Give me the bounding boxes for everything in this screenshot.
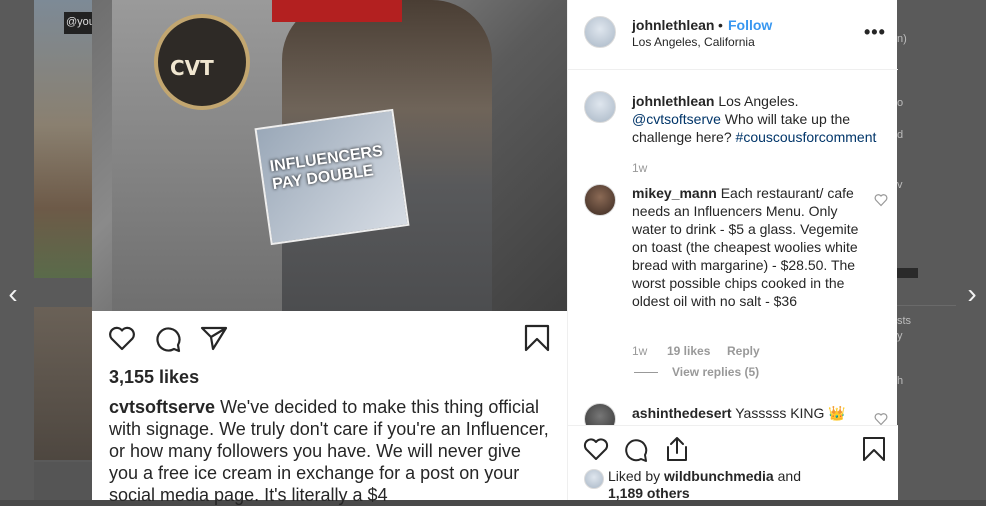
comment-username[interactable]: ashinthedesert: [632, 405, 732, 421]
background-text-fragment: sts: [897, 315, 912, 327]
liked-by-summary: Liked by wildbunchmedia and 1,189 others: [608, 468, 888, 502]
follow-button[interactable]: Follow: [728, 17, 772, 33]
post-caption: cvtsoftserve We've decided to make this …: [109, 396, 549, 506]
caption-username[interactable]: cvtsoftserve: [109, 397, 215, 417]
share-paper-plane-icon[interactable]: [200, 325, 228, 351]
like-heart-icon[interactable]: [583, 437, 609, 461]
background-thumbnail-tag: @you: [64, 12, 94, 34]
comment-hashtag[interactable]: #couscousforcomment: [736, 129, 877, 145]
comment-username[interactable]: johnlethlean: [632, 93, 714, 109]
photo-logo: CVT: [154, 14, 250, 110]
comment-like-heart-icon[interactable]: [874, 412, 888, 426]
background-thumbnail[interactable]: [34, 307, 94, 460]
background-text-fragment: v: [897, 179, 903, 191]
comment-body: ashinthedesert Yasssss KING 👑: [632, 404, 867, 422]
post-likes-count[interactable]: 3,155 likes: [109, 367, 199, 388]
background-text-fragment: o: [897, 97, 904, 109]
background-strip: [34, 462, 94, 500]
background-text-fragment: y: [897, 330, 903, 342]
like-heart-icon[interactable]: [108, 325, 136, 351]
comment-likes-count[interactable]: 19 likes: [667, 344, 710, 358]
next-post-arrow-icon[interactable]: ›: [962, 280, 982, 308]
save-bookmark-icon[interactable]: [524, 324, 550, 352]
comment-mention[interactable]: @cvtsoftserve: [632, 111, 721, 127]
author-username[interactable]: johnlethlean: [632, 17, 714, 33]
comments-pane: johnlethlean • Follow Los Angeles, Calif…: [567, 0, 898, 502]
liked-by-user[interactable]: wildbunchmedia: [664, 468, 774, 484]
save-bookmark-icon[interactable]: [862, 436, 886, 462]
post-modal: CVT INFLUENCERS PAY DOUBLE 3,155 likes c…: [92, 0, 898, 505]
background-thumbnail[interactable]: @you: [34, 0, 94, 278]
comment-username[interactable]: mikey_mann: [632, 185, 717, 201]
photo-logo-text: CVT: [170, 56, 214, 80]
comment-bubble-icon[interactable]: [623, 437, 649, 463]
share-upload-icon[interactable]: [664, 435, 690, 463]
background-text-fragment: h: [897, 375, 904, 387]
comment-avatar[interactable]: [584, 91, 616, 123]
post-header: johnlethlean • Follow Los Angeles, Calif…: [568, 0, 898, 70]
liked-by-suffix: and: [777, 468, 801, 484]
author-avatar[interactable]: [584, 16, 616, 48]
comment-text: Each restaurant/ cafe needs an Influence…: [632, 185, 859, 309]
comment-like-heart-icon[interactable]: [874, 193, 888, 207]
liked-by-others[interactable]: 1,189 others: [608, 485, 690, 501]
background-right-column: [896, 0, 986, 500]
replies-divider-line: [634, 372, 658, 373]
background-text-fragment: d: [897, 129, 904, 141]
comment-avatar[interactable]: [584, 184, 616, 216]
photo-book: INFLUENCERS PAY DOUBLE: [254, 108, 410, 246]
comment-body: mikey_mann Each restaurant/ cafe needs a…: [632, 184, 867, 310]
view-replies-button[interactable]: View replies (5): [672, 365, 759, 379]
liker-avatar[interactable]: [584, 469, 604, 489]
background-block: [896, 268, 918, 278]
comment-text: Los Angeles.: [718, 93, 799, 109]
background-text-fragment: n): [897, 33, 907, 45]
post-location[interactable]: Los Angeles, California: [632, 35, 755, 49]
previous-post-arrow-icon[interactable]: ‹: [3, 280, 23, 308]
comment-time[interactable]: 1w: [632, 161, 647, 175]
comment-text: Yasssss KING 👑: [735, 405, 846, 421]
more-options-icon[interactable]: •••: [864, 22, 886, 43]
comment-time[interactable]: 1w: [632, 344, 647, 358]
comment-reply-button[interactable]: Reply: [727, 344, 760, 358]
photo-book-text: INFLUENCERS PAY DOUBLE: [268, 142, 384, 194]
comment-body: johnlethlean Los Angeles. @cvtsoftserve …: [632, 92, 892, 146]
liked-by-prefix: Liked by: [608, 468, 661, 484]
comment-bubble-icon[interactable]: [154, 325, 182, 353]
background-divider: [896, 305, 956, 306]
header-separator: •: [718, 17, 723, 33]
photo-cap: [272, 0, 402, 22]
post-photo[interactable]: CVT INFLUENCERS PAY DOUBLE: [92, 0, 567, 311]
